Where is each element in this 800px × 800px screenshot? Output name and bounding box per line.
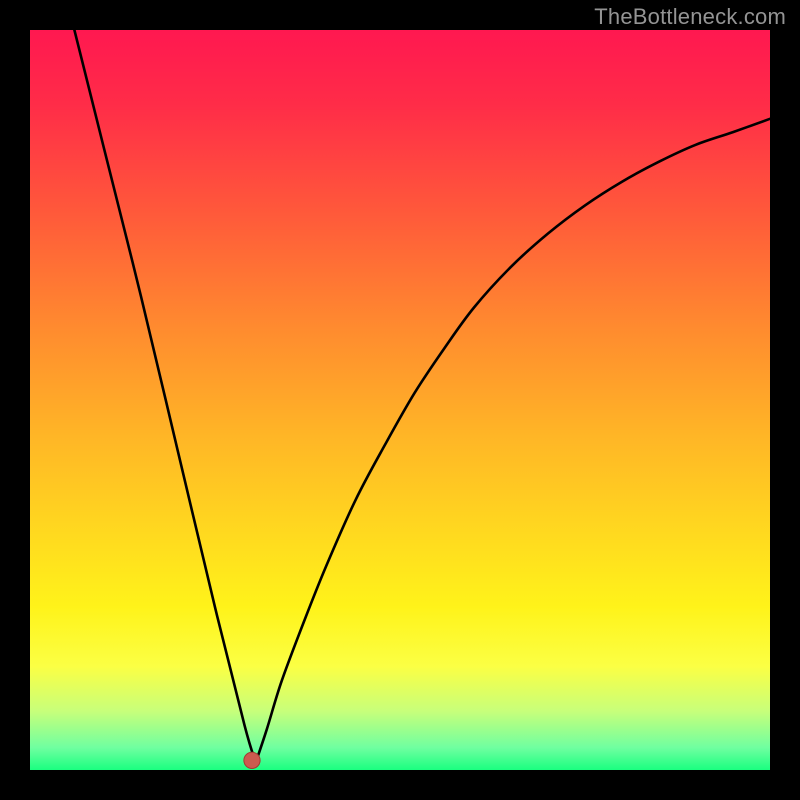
watermark-text: TheBottleneck.com	[594, 4, 786, 30]
minimum-marker-dot	[244, 752, 260, 768]
chart-frame: TheBottleneck.com	[0, 0, 800, 800]
bottleneck-curve-chart	[30, 30, 770, 770]
gradient-background	[30, 30, 770, 770]
plot-area	[30, 30, 770, 770]
